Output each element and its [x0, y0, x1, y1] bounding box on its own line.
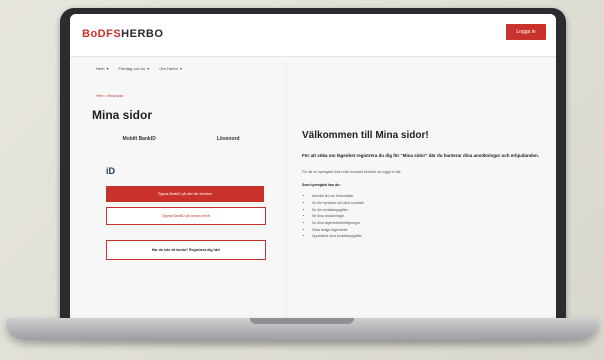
breadcrumb[interactable]: Hem > Mina sidor — [96, 94, 124, 98]
page-title: Mina sidor — [92, 108, 153, 122]
list-item: Se din hyresavi och dina kontrakt — [312, 200, 542, 207]
open-bankid-button[interactable]: Öppna BankID på den här enheten — [106, 186, 264, 202]
tab-mobile-bankid[interactable]: Mobilt BankID — [122, 136, 155, 142]
brand-logo-part2: HERBO — [121, 28, 164, 40]
main-nav: Hem ▾ Företag och nu ▾ Om Herbo ▾ — [96, 66, 182, 71]
list-item: Se din kontaktuppgifter — [312, 207, 542, 214]
chevron-down-icon: ▾ — [179, 66, 182, 71]
open-bankid-other-device-button[interactable]: Öppna BankID på annan enhet — [106, 207, 266, 225]
nav-item-label: Företag och nu — [118, 66, 146, 71]
register-button[interactable]: Har du inte ett konto? Registrera dig hä… — [106, 240, 266, 260]
list-item: Anmäla fel och felanmälan — [312, 193, 542, 200]
list-item: Se dina ansökningar — [312, 213, 542, 220]
benefits-title: Som hyresgäst kan du: — [302, 183, 341, 188]
chevron-down-icon: ▾ — [147, 66, 150, 71]
welcome-section: Välkommen till Mina sidor! För att söka … — [302, 130, 542, 240]
nav-item-label: Om Herbo — [159, 66, 178, 71]
list-item: Söka lediga lägenheter — [312, 227, 542, 234]
brand-logo[interactable]: BoDFSHERBO — [82, 28, 163, 40]
welcome-heading: Välkommen till Mina sidor! — [302, 130, 429, 141]
list-item: Se dina lägenhetsförfrågningar — [312, 220, 542, 227]
brand-logo-part1: BoDFS — [82, 28, 122, 40]
column-divider — [286, 62, 287, 320]
chevron-down-icon: ▾ — [106, 66, 109, 71]
benefits-list: Anmäla fel och felanmälan Se din hyresav… — [302, 193, 542, 239]
laptop-frame: BoDFSHERBO Logga in Hem ▾ Företag och nu ▾… — [0, 0, 604, 360]
tab-password[interactable]: Lösenord — [217, 136, 240, 142]
laptop-notch — [250, 318, 354, 324]
welcome-body: För att se hyresgäst-/köer eller kontrak… — [302, 169, 402, 174]
bankid-icon: iD — [106, 166, 115, 176]
laptop-screen: BoDFSHERBO Logga in Hem ▾ Företag och nu ▾… — [70, 14, 556, 320]
nav-item-companies[interactable]: Företag och nu ▾ — [118, 66, 149, 71]
login-tabs: Mobilt BankID Lösenord — [92, 136, 270, 142]
list-item: Uppdatera dina kontaktuppgifter — [312, 233, 542, 240]
nav-item-about[interactable]: Om Herbo ▾ — [159, 66, 181, 71]
site-header: BoDFSHERBO Logga in — [70, 14, 556, 57]
welcome-lead: För att söka om lägenhet registrera du d… — [302, 153, 540, 158]
nav-item-label: Hem — [96, 66, 105, 71]
nav-item-home[interactable]: Hem ▾ — [96, 66, 108, 71]
login-button[interactable]: Logga in — [506, 24, 546, 40]
